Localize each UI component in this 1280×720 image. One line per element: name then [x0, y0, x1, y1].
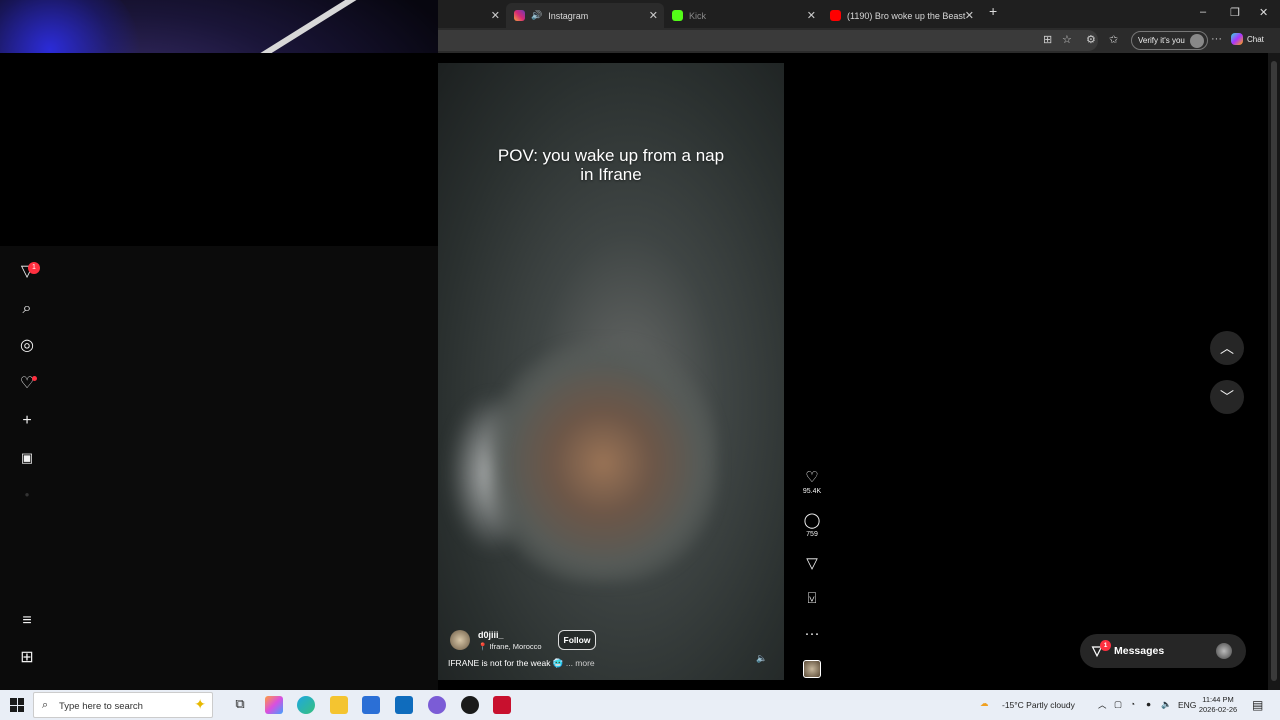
address-bar[interactable] — [438, 30, 1098, 51]
follow-button[interactable]: Follow — [558, 630, 596, 650]
avatar — [1216, 643, 1232, 659]
app-available-icon[interactable]: ⊞ — [1043, 33, 1052, 46]
taskbar-clock[interactable]: 11:44 PM 2026-02-26 — [1198, 695, 1238, 715]
profile-avatar-icon — [1189, 34, 1204, 48]
settings-more-icon[interactable]: ··· — [1211, 33, 1222, 45]
new-tab-button[interactable]: + — [989, 3, 997, 19]
volume-icon[interactable]: 🔈 — [1161, 699, 1172, 710]
store-icon[interactable] — [362, 696, 380, 714]
author-location[interactable]: 📍 Ifrane, Morocco — [478, 642, 542, 651]
task-view-icon[interactable]: ⧉ — [231, 696, 249, 714]
more-link[interactable]: ... more — [566, 658, 595, 668]
reel-description: IFRANE is not for the weak 🥶 ... more — [448, 658, 595, 668]
language-indicator[interactable]: ENG — [1178, 700, 1196, 710]
more-icon: ··· — [804, 625, 820, 642]
volume-icon[interactable]: 🔈 — [756, 653, 767, 664]
tab-instagram[interactable]: 🔊 Instagram ✕ — [506, 3, 664, 28]
like-count: 95.4K — [802, 488, 822, 495]
extensions-icon[interactable]: ⚙ — [1086, 33, 1096, 46]
create-icon[interactable]: + — [17, 411, 37, 431]
notification-center-icon[interactable]: ▤ — [1252, 698, 1263, 712]
windows-taskbar: ⌕ Type here to search ✦ ⧉ ☁ -15°C Partly… — [0, 690, 1280, 720]
obs-icon[interactable] — [461, 696, 479, 714]
notification-badge: 1 — [28, 262, 40, 274]
bookmark-icon: ⍌ — [807, 590, 817, 607]
profile-verify-button[interactable]: Verify it's you — [1131, 31, 1208, 50]
minimize-button[interactable]: – — [1200, 6, 1206, 18]
bing-highlight-icon: ✦ — [194, 696, 206, 712]
previous-reel-button[interactable]: ︿ — [1210, 331, 1244, 365]
favorites-icon[interactable]: ✩ — [1109, 33, 1118, 46]
speaker-icon[interactable]: 🔊 — [531, 10, 542, 21]
audio-thumbnail[interactable] — [803, 660, 821, 678]
restore-button[interactable]: ❐ — [1230, 6, 1240, 19]
reel-author: d0jiii_ 📍 Ifrane, Morocco Follow IFRANE … — [448, 630, 778, 680]
network-icon[interactable]: ◔ — [1130, 699, 1135, 709]
windows-start-icon[interactable] — [10, 698, 24, 712]
search-icon: ⌕ — [42, 699, 49, 711]
youtube-favicon-icon — [830, 10, 841, 21]
close-tab-icon[interactable]: ✕ — [807, 9, 816, 22]
weather-text[interactable]: -15°C Partly cloudy — [1002, 700, 1075, 710]
close-tab-icon[interactable]: ✕ — [965, 9, 974, 22]
instagram-sidebar — [0, 246, 438, 690]
edge-icon[interactable] — [297, 696, 315, 714]
comment-button[interactable]: ◯ 759 — [798, 512, 826, 539]
favorite-star-icon[interactable]: ☆ — [1062, 33, 1072, 46]
dashboard-icon[interactable]: ▣ — [17, 448, 37, 468]
taskbar-search-box[interactable]: ⌕ Type here to search ✦ — [33, 692, 213, 718]
reel-video[interactable]: POV: you wake up from a nap in Ifrane d0… — [438, 63, 784, 680]
explore-icon[interactable]: ◎ — [17, 336, 37, 356]
comment-icon: ◯ — [803, 512, 821, 529]
more-options-button[interactable]: ··· — [798, 626, 826, 642]
menu-icon[interactable]: ≡ — [17, 611, 37, 631]
close-tab-icon[interactable]: ✕ — [491, 9, 500, 22]
send-icon: ▽ — [806, 555, 818, 572]
file-explorer-icon[interactable] — [330, 696, 348, 714]
browser-tab-strip: ✕ 🔊 Instagram ✕ Kick ✕ (1190) Bro woke u… — [438, 0, 1280, 28]
save-button[interactable]: ⍌ — [798, 591, 826, 607]
author-avatar[interactable] — [450, 630, 470, 650]
app-icon-red[interactable] — [493, 696, 511, 714]
page-scrollbar[interactable] — [1268, 53, 1280, 690]
tab-youtube[interactable]: (1190) Bro woke up the Beast by n ✕ — [822, 3, 980, 28]
heart-icon: ♡ — [805, 469, 819, 486]
comment-count: 759 — [806, 531, 818, 538]
next-reel-button[interactable]: ﹀ — [1210, 380, 1244, 414]
reel-caption: POV: you wake up from a nap in Ifrane — [497, 146, 725, 184]
close-tab-icon[interactable]: ✕ — [649, 9, 658, 22]
app-icon[interactable] — [428, 696, 446, 714]
share-button[interactable]: ▽ — [798, 556, 826, 572]
like-button[interactable]: ♡ 95.4K — [798, 469, 826, 496]
activity-dot — [32, 376, 37, 381]
profile-icon[interactable]: ● — [17, 485, 37, 505]
messages-badge: 1 — [1100, 640, 1111, 651]
copilot-icon — [1231, 33, 1243, 45]
microphone-icon[interactable]: ● — [1146, 699, 1151, 709]
tab-previous[interactable]: ✕ — [438, 3, 506, 28]
author-username[interactable]: d0jiii_ — [478, 630, 504, 640]
browser-toolbar: ⊞ ☆ ⚙ ✩ Verify it's you ··· Chat — [438, 28, 1280, 53]
instagram-favicon-icon — [514, 10, 525, 21]
show-hidden-icons[interactable]: ︿ — [1098, 699, 1107, 711]
tab-kick[interactable]: Kick ✕ — [664, 3, 822, 28]
close-window-button[interactable]: ✕ — [1259, 6, 1268, 19]
messages-button[interactable]: ▽ 1 Messages — [1080, 634, 1246, 668]
more-apps-icon[interactable]: ⊞ — [17, 648, 37, 668]
copilot-icon[interactable] — [265, 696, 283, 714]
outlook-icon[interactable] — [395, 696, 413, 714]
search-icon[interactable]: ⌕ — [17, 299, 37, 319]
weather-icon[interactable]: ☁ — [980, 698, 989, 709]
kick-favicon-icon — [672, 10, 683, 21]
meet-now-icon[interactable]: ▢ — [1114, 699, 1122, 710]
copilot-chat-button[interactable]: Chat — [1231, 33, 1264, 45]
